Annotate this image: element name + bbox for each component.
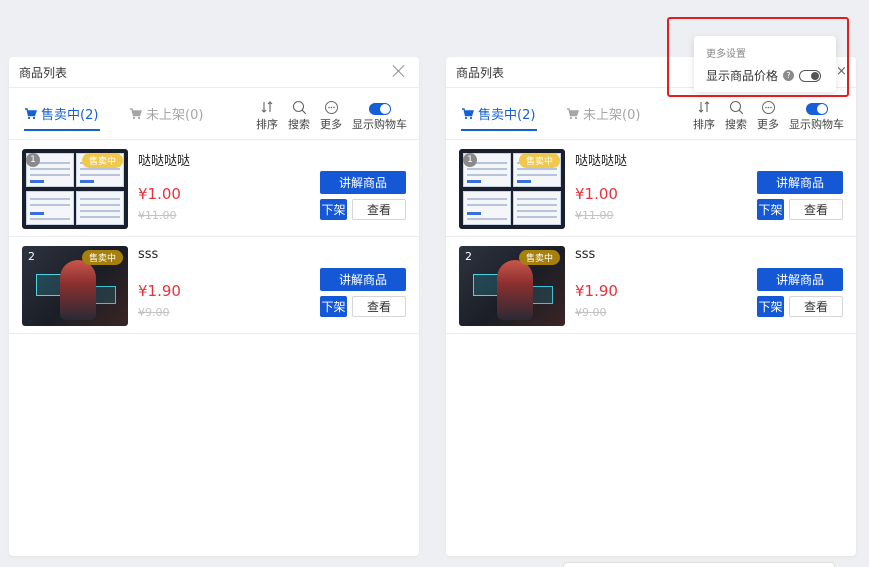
bottom-bar: [563, 562, 835, 567]
view-button[interactable]: 查看: [789, 296, 843, 317]
search-icon: [729, 98, 744, 116]
tab-unlisted[interactable]: 未上架(0): [566, 104, 640, 123]
cart-icon: [461, 107, 474, 120]
product-index: 1: [463, 153, 477, 167]
more-button[interactable]: 更多: [320, 98, 342, 132]
popover-title: 更多设置: [706, 49, 746, 60]
product-original-price: ¥11.00: [138, 209, 177, 222]
view-button[interactable]: 查看: [789, 199, 843, 220]
toggle-icon: [368, 102, 391, 115]
tab-label: 未上架(0): [146, 108, 204, 123]
product-price: ¥1.90: [138, 282, 181, 300]
explain-product-button[interactable]: 讲解商品: [757, 171, 843, 194]
tab-label: 售卖中(2): [41, 108, 99, 123]
cart-icon: [24, 107, 37, 120]
cart-icon: [129, 107, 142, 120]
tabs-row: 售卖中(2) 未上架(0) 排序 搜索 更多 显示购物车: [9, 88, 419, 140]
product-price: ¥1.90: [575, 282, 618, 300]
sort-button[interactable]: 排序: [693, 98, 715, 132]
product-index: 2: [28, 250, 35, 263]
explain-product-button[interactable]: 讲解商品: [757, 268, 843, 291]
help-icon[interactable]: ?: [783, 70, 795, 81]
status-badge: 售卖中: [82, 250, 124, 265]
status-badge: 售卖中: [82, 153, 124, 168]
show-price-setting: 显示商品价格 ?: [706, 67, 822, 84]
tab-on-sale[interactable]: 售卖中(2): [24, 104, 101, 131]
product-thumbnail: 1 售卖中: [22, 149, 128, 229]
tab-unlisted[interactable]: 未上架(0): [129, 104, 203, 123]
product-index: 2: [465, 250, 472, 263]
explain-product-button[interactable]: 讲解商品: [320, 171, 406, 194]
product-name: sss: [138, 247, 159, 262]
product-list-panel-right: 商品列表 售卖中(2) 未上架(0) 排序 搜索 更多 显示购物车 1 售卖中 …: [446, 57, 856, 556]
panel-header: 商品列表: [9, 57, 419, 88]
delist-button[interactable]: 下架: [757, 199, 784, 220]
sort-icon: [697, 98, 711, 116]
list-item: 2 售卖中 sss ¥1.90 ¥9.00 讲解商品 下架 查看: [446, 237, 856, 334]
status-badge: 售卖中: [519, 153, 561, 168]
sort-icon: [260, 98, 274, 116]
delist-button[interactable]: 下架: [320, 199, 347, 220]
list-item: 2 售卖中 sss ¥1.90 ¥9.00 讲解商品 下架 查看: [9, 237, 419, 334]
product-name: sss: [575, 247, 596, 262]
close-icon[interactable]: [391, 63, 407, 79]
delist-button[interactable]: 下架: [757, 296, 784, 317]
panel-title: 商品列表: [456, 65, 505, 80]
show-cart-toggle[interactable]: 显示购物车: [352, 98, 407, 132]
explain-product-button[interactable]: 讲解商品: [320, 268, 406, 291]
list-item: 1 售卖中 哒哒哒哒 ¥1.00 ¥11.00 讲解商品 下架 查看: [9, 140, 419, 237]
cart-icon: [566, 107, 579, 120]
more-settings-popover: 更多设置 显示商品价格 ?: [694, 36, 836, 92]
product-name: 哒哒哒哒: [575, 154, 628, 169]
product-price: ¥1.00: [575, 185, 618, 203]
product-thumbnail: 1 售卖中: [459, 149, 565, 229]
product-index: 1: [26, 153, 40, 167]
toggle-icon: [805, 102, 828, 115]
product-original-price: ¥9.00: [138, 306, 170, 319]
show-price-toggle[interactable]: [799, 69, 822, 82]
tabs-row: 售卖中(2) 未上架(0) 排序 搜索 更多 显示购物车: [446, 88, 856, 140]
product-original-price: ¥9.00: [575, 306, 607, 319]
product-list-panel-left: 商品列表 售卖中(2) 未上架(0) 排序 搜索 更多 显示购物车 1 售卖中 …: [9, 57, 419, 556]
panel-title: 商品列表: [19, 65, 68, 80]
more-icon: [761, 98, 776, 116]
product-thumbnail: 2 售卖中: [459, 246, 565, 326]
search-icon: [292, 98, 307, 116]
product-thumbnail: 2 售卖中: [22, 246, 128, 326]
list-item: 1 售卖中 哒哒哒哒 ¥1.00 ¥11.00 讲解商品 下架 查看: [446, 140, 856, 237]
toolbar: 排序 搜索 更多 显示购物车: [693, 98, 844, 132]
tab-label: 售卖中(2): [478, 108, 536, 123]
status-badge: 售卖中: [519, 250, 561, 265]
more-button[interactable]: 更多: [757, 98, 779, 132]
product-price: ¥1.00: [138, 185, 181, 203]
sort-button[interactable]: 排序: [256, 98, 278, 132]
product-original-price: ¥11.00: [575, 209, 614, 222]
more-icon: [324, 98, 339, 116]
view-button[interactable]: 查看: [352, 296, 406, 317]
show-cart-toggle[interactable]: 显示购物车: [789, 98, 844, 132]
product-name: 哒哒哒哒: [138, 154, 191, 169]
tab-on-sale[interactable]: 售卖中(2): [461, 104, 538, 131]
view-button[interactable]: 查看: [352, 199, 406, 220]
delist-button[interactable]: 下架: [320, 296, 347, 317]
search-button[interactable]: 搜索: [725, 98, 747, 132]
tab-label: 未上架(0): [583, 108, 641, 123]
show-price-label: 显示商品价格: [706, 69, 779, 83]
toolbar: 排序 搜索 更多 显示购物车: [256, 98, 407, 132]
collapse-icon[interactable]: ×: [836, 64, 847, 79]
search-button[interactable]: 搜索: [288, 98, 310, 132]
